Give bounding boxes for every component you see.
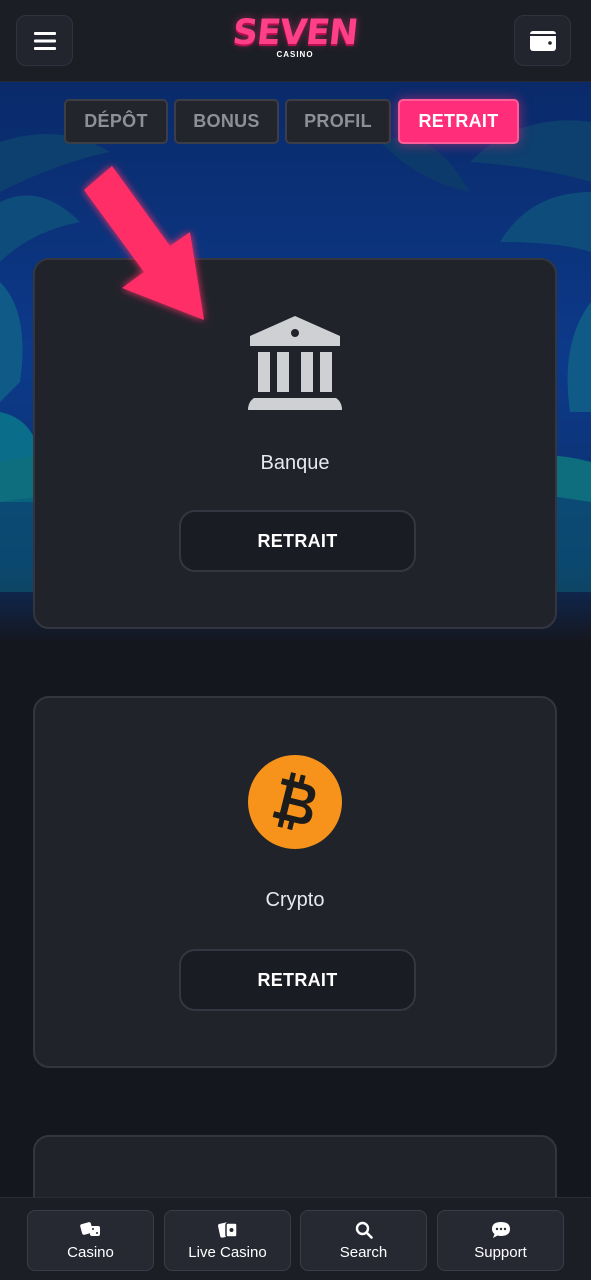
chat-bubble-icon (491, 1221, 510, 1238)
withdraw-bank-button[interactable]: RETRAIT (179, 510, 416, 572)
nav-search[interactable]: Search (300, 1210, 427, 1271)
nav-label: Casino (67, 1243, 114, 1261)
hamburger-menu-icon (33, 31, 56, 50)
bottom-navigation: Casino Live Casino Search Support (0, 1197, 591, 1280)
wallet-button[interactable] (514, 15, 571, 66)
nav-label: Live Casino (188, 1243, 267, 1261)
brand-logo[interactable]: SEVEN CASINO (222, 13, 368, 66)
tab-retrait[interactable]: RETRAIT (398, 99, 519, 144)
nav-support[interactable]: Support (437, 1210, 564, 1271)
wallet-icon (529, 30, 556, 51)
withdraw-crypto-button[interactable]: RETRAIT (179, 949, 416, 1011)
tab-profil[interactable]: PROFIL (285, 99, 391, 144)
nav-casino[interactable]: Casino (27, 1210, 154, 1271)
payment-method-card-crypto: Crypto RETRAIT (33, 696, 557, 1068)
nav-label: Search (339, 1243, 388, 1261)
search-icon (355, 1221, 373, 1239)
logo-word: SEVEN (230, 13, 360, 53)
method-label: Crypto (265, 889, 325, 911)
tab-bonus[interactable]: BONUS (174, 99, 279, 144)
menu-button[interactable] (16, 15, 73, 66)
nav-live-casino[interactable]: Live Casino (164, 1210, 291, 1271)
method-label: Banque (260, 452, 330, 474)
nav-label: Support (474, 1243, 527, 1261)
account-tabs: DÉPÔT BONUS PROFIL RETRAIT (0, 99, 591, 145)
dice-icon (79, 1221, 100, 1236)
bitcoin-icon (248, 755, 342, 849)
pointer-arrow-icon (84, 166, 204, 320)
app-header: SEVEN CASINO (0, 0, 591, 82)
cards-icon (217, 1221, 238, 1238)
tab-depot[interactable]: DÉPÔT (64, 99, 168, 144)
bank-icon (248, 316, 342, 410)
